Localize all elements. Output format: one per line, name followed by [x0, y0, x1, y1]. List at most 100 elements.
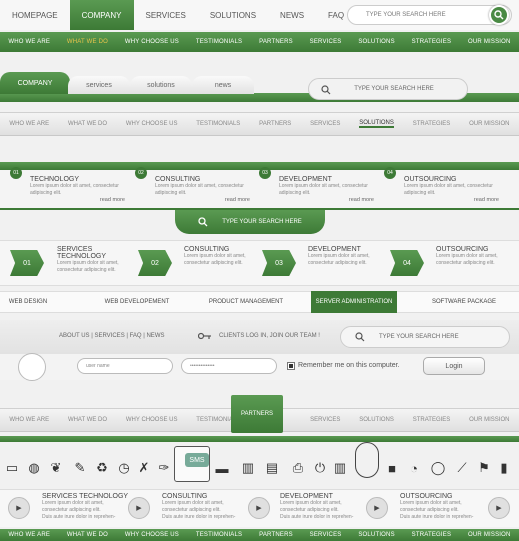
grey-nav-2-active-partners[interactable]: PARTNERS	[231, 395, 283, 433]
tab-company[interactable]: COMPANY	[0, 72, 70, 94]
grey-nav-1-item[interactable]: PARTNERS	[259, 121, 291, 127]
grey-nav-2-item[interactable]: SOLUTIONS	[359, 417, 394, 423]
card-development[interactable]: DEVELOPMENT Lorem ipsum dolor sit amet, …	[279, 176, 374, 203]
green-nav-2-item[interactable]: WHAT WE DO	[67, 532, 108, 538]
calculator-icon[interactable]: SMS	[174, 446, 210, 482]
green-nav-2-item[interactable]: SERVICES	[310, 532, 342, 538]
grey-nav-2-item[interactable]: STRATEGIES	[413, 417, 451, 423]
tab-search-input[interactable]: TYPE YOUR SEARCH HERE	[308, 78, 468, 100]
nav-company[interactable]: COMPANY	[69, 0, 134, 30]
green-nav-1-item[interactable]: STRATEGIES	[412, 39, 452, 45]
monitor-icon[interactable]: ▬	[214, 460, 230, 476]
mid-search-input[interactable]: TYPE YOUR SEARCH HERE	[175, 210, 325, 234]
card-outsourcing[interactable]: OUTSOURCING Lorem ipsum dolor sit amet, …	[404, 176, 499, 203]
card-consulting-2[interactable]: CONSULTING Lorem ipsum dolor sit amet, c…	[184, 246, 260, 267]
green-nav-2-item[interactable]: STRATEGIES	[412, 532, 452, 538]
feather-icon[interactable]: ⟋	[454, 460, 470, 476]
green-nav-1-item[interactable]: SERVICES	[310, 39, 342, 45]
grey-nav-2-item[interactable]: WHO WE ARE	[9, 417, 49, 423]
grey-nav-2-item[interactable]: OUR MISSION	[469, 417, 509, 423]
grey-nav-1-item[interactable]: WHY CHOOSE US	[126, 121, 178, 127]
server-icon[interactable]: ▤	[264, 460, 280, 476]
sub-nav-item[interactable]: SERVER ADMINISTRATION	[311, 291, 397, 313]
username-field[interactable]: user name	[77, 358, 173, 374]
card-outsourcing-2[interactable]: OUTSOURCING Lorem ipsum dolor sit amet, …	[436, 246, 516, 267]
play-button[interactable]: ▶	[128, 497, 150, 519]
grey-nav-1-item[interactable]: WHAT WE DO	[68, 121, 107, 127]
stopwatch-icon[interactable]: ◷	[116, 460, 132, 476]
card-3-outsourcing[interactable]: OUTSOURCING Lorem ipsum dolor sit amet, …	[400, 493, 490, 521]
login-links[interactable]: ABOUT US | SERVICES | FAQ | NEWS	[59, 333, 164, 339]
clients-login-link[interactable]: CLIENTS LOG IN, JOIN OUR TEAM !	[219, 333, 320, 339]
bar-chart-icon[interactable]: ▮	[496, 460, 512, 476]
grey-nav-1-item[interactable]: WHO WE ARE	[9, 121, 49, 127]
nav-services[interactable]: SERVICES	[134, 0, 198, 30]
nav-solutions[interactable]: SOLUTIONS	[198, 0, 268, 30]
green-nav-2-item[interactable]: PARTNERS	[259, 532, 293, 538]
read-more-link[interactable]: read more	[30, 197, 125, 203]
sub-nav-item[interactable]: SOFTWARE PACKAGE	[428, 291, 500, 313]
password-field[interactable]: ••••••••••••••	[181, 358, 277, 374]
card-services-technology[interactable]: SERVICES TECHNOLOGY Lorem ipsum dolor si…	[57, 246, 137, 274]
login-search-input[interactable]: TYPE YOUR SEARCH HERE	[340, 326, 510, 348]
play-button[interactable]: ▶	[8, 497, 30, 519]
grey-nav-2-item[interactable]: WHAT WE DO	[68, 417, 107, 423]
green-nav-2-item[interactable]: WHO WE ARE	[8, 532, 50, 538]
camera-icon[interactable]: ■	[384, 460, 400, 476]
clock-icon[interactable]: ◔	[406, 460, 422, 476]
tab-solutions[interactable]: solutions	[130, 76, 192, 94]
card-3-consulting[interactable]: CONSULTING Lorem ipsum dolor sit amet, c…	[162, 493, 252, 521]
grey-nav-1-item[interactable]: STRATEGIES	[413, 121, 451, 127]
sub-nav-item[interactable]: PRODUCT MANAGEMENT	[205, 291, 287, 313]
grey-nav-1-item[interactable]: TESTIMONIALS	[196, 121, 240, 127]
folders-icon[interactable]: ▥	[332, 460, 348, 476]
green-nav-1-item[interactable]: OUR MISSION	[468, 39, 511, 45]
grey-nav-1-item[interactable]: SERVICES	[310, 121, 340, 127]
nav-news[interactable]: NEWS	[268, 0, 316, 30]
login-button[interactable]: Login	[423, 357, 485, 375]
top-search-input[interactable]: TYPE YOUR SEARCH HERE	[347, 5, 512, 25]
green-nav-1-item[interactable]: WHY CHOOSE US	[125, 39, 179, 45]
card-3-development[interactable]: DEVELOPMENT Lorem ipsum dolor sit amet, …	[280, 493, 370, 521]
green-nav-2-item[interactable]: TESTIMONIALS	[196, 532, 242, 538]
green-nav-1-item[interactable]: TESTIMONIALS	[196, 39, 242, 45]
read-more-link[interactable]: read more	[404, 197, 499, 203]
card-consulting[interactable]: CONSULTING Lorem ipsum dolor sit amet, c…	[155, 176, 250, 203]
chat-icon[interactable]: ❦	[48, 460, 64, 476]
pen-icon[interactable]: ✑	[156, 460, 172, 476]
mouse-icon[interactable]	[355, 442, 379, 478]
globe-icon[interactable]: ◍	[26, 460, 42, 476]
green-nav-1-item[interactable]: PARTNERS	[259, 39, 293, 45]
top-search-button[interactable]	[489, 5, 509, 25]
browser-icon[interactable]: ▭	[4, 460, 20, 476]
nav-homepage[interactable]: HOMEPAGE	[0, 0, 70, 30]
play-button[interactable]: ▶	[366, 497, 388, 519]
grey-nav-1-item[interactable]: OUR MISSION	[469, 121, 509, 127]
remember-checkbox[interactable]	[287, 362, 295, 370]
read-more-link[interactable]: read more	[155, 197, 250, 203]
green-nav-2-item[interactable]: WHY CHOOSE US	[125, 532, 179, 538]
grey-nav-1-item[interactable]: SOLUTIONS	[359, 120, 394, 128]
green-nav-1-item[interactable]: WHO WE ARE	[8, 39, 50, 45]
play-button[interactable]: ▶	[488, 497, 510, 519]
card-development-2[interactable]: DEVELOPMENT Lorem ipsum dolor sit amet, …	[308, 246, 386, 267]
green-nav-1-item[interactable]: SOLUTIONS	[358, 39, 394, 45]
sub-nav-item[interactable]: WEB DESIGN	[0, 291, 56, 313]
green-nav-1-item[interactable]: WHAT WE DO	[67, 39, 108, 45]
green-nav-2-item[interactable]: OUR MISSION	[468, 532, 511, 538]
tools-icon[interactable]: ✗	[136, 460, 152, 476]
play-button[interactable]: ▶	[248, 497, 270, 519]
grey-nav-2-item[interactable]: SERVICES	[310, 417, 340, 423]
printer-icon[interactable]: ⎙	[290, 460, 306, 476]
ruler-icon[interactable]: ✎	[72, 460, 88, 476]
speech-icon[interactable]: ◯	[430, 460, 446, 476]
read-more-link[interactable]: read more	[279, 197, 374, 203]
card-3-services-technology[interactable]: SERVICES TECHNOLOGY Lorem ipsum dolor si…	[42, 493, 132, 521]
power-icon[interactable]: ⏻	[312, 460, 328, 476]
trash-icon[interactable]: ♻	[94, 460, 110, 476]
sub-nav-item[interactable]: WEB DEVELOPEMENT	[96, 291, 178, 313]
grey-nav-2-item[interactable]: WHY CHOOSE US	[126, 417, 178, 423]
green-nav-2-item[interactable]: SOLUTIONS	[358, 532, 394, 538]
tab-services[interactable]: services	[68, 76, 130, 94]
card-technology[interactable]: TECHNOLOGY Lorem ipsum dolor sit amet, c…	[30, 176, 125, 203]
